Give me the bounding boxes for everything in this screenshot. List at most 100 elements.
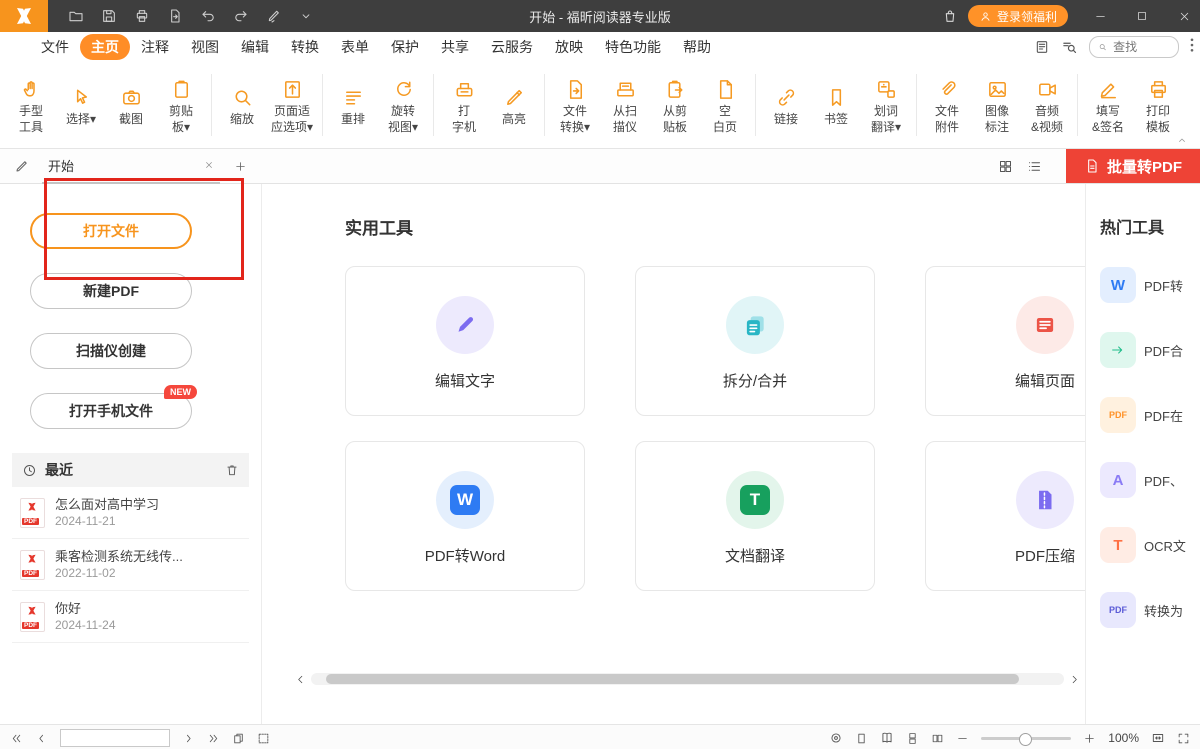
recent-file-row[interactable]: PDF 怎么面对高中学习 2024-11-21	[12, 487, 249, 539]
search-input[interactable]	[1111, 39, 1170, 55]
ribbon-button-from-clipboard[interactable]: 从剪 贴板	[650, 65, 700, 145]
ribbon-button-from-scanner[interactable]: 从扫 描仪	[600, 65, 650, 145]
store-bag-icon[interactable]	[942, 8, 958, 24]
scrollbar-thumb[interactable]	[326, 674, 1019, 684]
quick-tool-icon[interactable]	[266, 8, 282, 24]
prev-page-button[interactable]	[35, 732, 48, 745]
ribbon-button-fill-sign[interactable]: 填写 &签名	[1083, 65, 1133, 145]
menu-item-file[interactable]: 文件	[30, 34, 80, 60]
menu-item-form[interactable]: 表单	[330, 34, 380, 60]
menu-item-cloud[interactable]: 云服务	[480, 34, 544, 60]
next-page-button[interactable]	[182, 732, 195, 745]
ribbon-button-clipboard[interactable]: 剪贴 板▾	[156, 65, 206, 145]
zoom-slider[interactable]	[981, 737, 1071, 740]
ribbon-button-blank-page[interactable]: 空 白页	[700, 65, 750, 145]
ribbon-button-file-attachment[interactable]: 文件 附件	[922, 65, 972, 145]
close-button[interactable]	[1168, 0, 1200, 32]
collapse-ribbon-icon[interactable]	[1176, 134, 1188, 146]
actual-size-button[interactable]	[829, 731, 843, 745]
undo-icon[interactable]	[200, 8, 216, 24]
book-view-button[interactable]	[880, 731, 894, 745]
scrollbar-track[interactable]	[311, 673, 1064, 685]
ribbon-button-fit-options[interactable]: 页面适 应选项▾	[267, 65, 317, 145]
ribbon-button-bookmark[interactable]: 书签	[811, 65, 861, 145]
menu-item-help[interactable]: 帮助	[672, 34, 722, 60]
customize-toolbar-chevron-icon[interactable]	[299, 9, 313, 23]
single-page-view-button[interactable]	[855, 732, 868, 745]
hot-tool-pdf-edit[interactable]: A PDF、	[1100, 462, 1200, 498]
zoom-slider-thumb[interactable]	[1019, 733, 1032, 746]
menu-item-convert[interactable]: 转换	[280, 34, 330, 60]
ribbon-button-typewriter[interactable]: 打 字机	[439, 65, 489, 145]
horizontal-scrollbar[interactable]	[295, 672, 1080, 686]
ribbon-button-link[interactable]: 链接	[761, 65, 811, 145]
zoom-out-button[interactable]	[956, 732, 969, 745]
hot-tool-ocr[interactable]: T OCR文	[1100, 527, 1200, 563]
trash-icon[interactable]	[225, 463, 239, 477]
ribbon-button-zoom[interactable]: 缩放	[217, 65, 267, 145]
redo-icon[interactable]	[233, 8, 249, 24]
scanner-create-button[interactable]: 扫描仪创建	[30, 333, 192, 369]
ribbon-button-select[interactable]: 选择▾	[56, 65, 106, 145]
tab-start[interactable]: 开始	[42, 149, 220, 184]
ribbon-button-rotate-view[interactable]: 旋转 视图▾	[378, 65, 428, 145]
save-icon[interactable]	[101, 8, 117, 24]
card-pdf-to-word[interactable]: W PDF转Word	[345, 441, 585, 591]
fit-width-button[interactable]	[1151, 731, 1165, 745]
last-page-button[interactable]	[207, 732, 220, 745]
open-file-button[interactable]: 打开文件	[30, 213, 192, 249]
menu-item-edit[interactable]: 编辑	[230, 34, 280, 60]
menu-item-comment[interactable]: 注释	[130, 34, 180, 60]
hot-tool-pdf-to-word[interactable]: W PDF转	[1100, 267, 1200, 303]
list-view-icon[interactable]	[1027, 159, 1042, 174]
zoom-in-button[interactable]	[1083, 732, 1096, 745]
hot-tool-pdf-merge[interactable]: PDF合	[1100, 332, 1200, 368]
ribbon-button-translate[interactable]: 划词 翻译▾	[861, 65, 911, 145]
scroll-right-icon[interactable]	[1069, 674, 1080, 685]
fullscreen-button[interactable]	[1177, 732, 1190, 745]
ribbon-button-audio-video[interactable]: 音频 &视频	[1022, 65, 1072, 145]
continuous-view-button[interactable]	[906, 732, 919, 745]
card-edit-text[interactable]: 编辑文字	[345, 266, 585, 416]
pencil-icon[interactable]	[14, 158, 30, 174]
page-number-input[interactable]	[60, 729, 170, 747]
open-file-icon[interactable]	[68, 8, 84, 24]
ribbon-button-highlight[interactable]: 高亮	[489, 65, 539, 145]
search-box[interactable]	[1089, 36, 1179, 58]
recent-file-row[interactable]: PDF 乘客检测系统无线传... 2022-11-02	[12, 539, 249, 591]
recent-file-row[interactable]: PDF 你好 2024-11-24	[12, 591, 249, 643]
more-options-icon[interactable]	[1190, 38, 1194, 57]
new-pdf-button[interactable]: 新建PDF	[30, 273, 192, 309]
menu-item-home[interactable]: 主页	[80, 34, 130, 60]
login-button[interactable]: 登录领福利	[968, 5, 1068, 27]
facing-view-button[interactable]	[931, 732, 944, 745]
ribbon-button-snapshot[interactable]: 截图	[106, 65, 156, 145]
open-mobile-file-button[interactable]: 打开手机文件 NEW	[30, 393, 192, 429]
minimize-button[interactable]	[1084, 0, 1116, 32]
card-doc-translate[interactable]: T 文档翻译	[635, 441, 875, 591]
select-text-tool-button[interactable]	[232, 732, 245, 745]
reader-mode-icon[interactable]	[1034, 39, 1050, 55]
ribbon-button-convert-file[interactable]: 文件 转换▾	[550, 65, 600, 145]
menu-item-present[interactable]: 放映	[544, 34, 594, 60]
zoom-level[interactable]: 100%	[1108, 731, 1139, 745]
maximize-button[interactable]	[1126, 0, 1158, 32]
hot-tool-convert[interactable]: PDF 转换为	[1100, 592, 1200, 628]
new-tab-button[interactable]	[234, 160, 247, 173]
menu-item-protect[interactable]: 保护	[380, 34, 430, 60]
ribbon-button-hand-tool[interactable]: 手型 工具	[6, 65, 56, 145]
ribbon-button-print-template[interactable]: 打印 模板	[1133, 65, 1183, 145]
menu-item-features[interactable]: 特色功能	[594, 34, 672, 60]
snapshot-tool-button[interactable]	[257, 732, 270, 745]
export-icon[interactable]	[167, 8, 183, 24]
card-split-merge[interactable]: 拆分/合并	[635, 266, 875, 416]
tab-close-icon[interactable]	[204, 160, 214, 170]
grid-view-icon[interactable]	[998, 159, 1013, 174]
print-icon[interactable]	[134, 8, 150, 24]
scroll-left-icon[interactable]	[295, 674, 306, 685]
ribbon-button-image-annotation[interactable]: 图像 标注	[972, 65, 1022, 145]
menu-item-share[interactable]: 共享	[430, 34, 480, 60]
find-replace-icon[interactable]	[1061, 39, 1078, 56]
batch-convert-pdf-button[interactable]: 批量转PDF	[1066, 149, 1200, 183]
ribbon-button-reflow[interactable]: 重排	[328, 65, 378, 145]
